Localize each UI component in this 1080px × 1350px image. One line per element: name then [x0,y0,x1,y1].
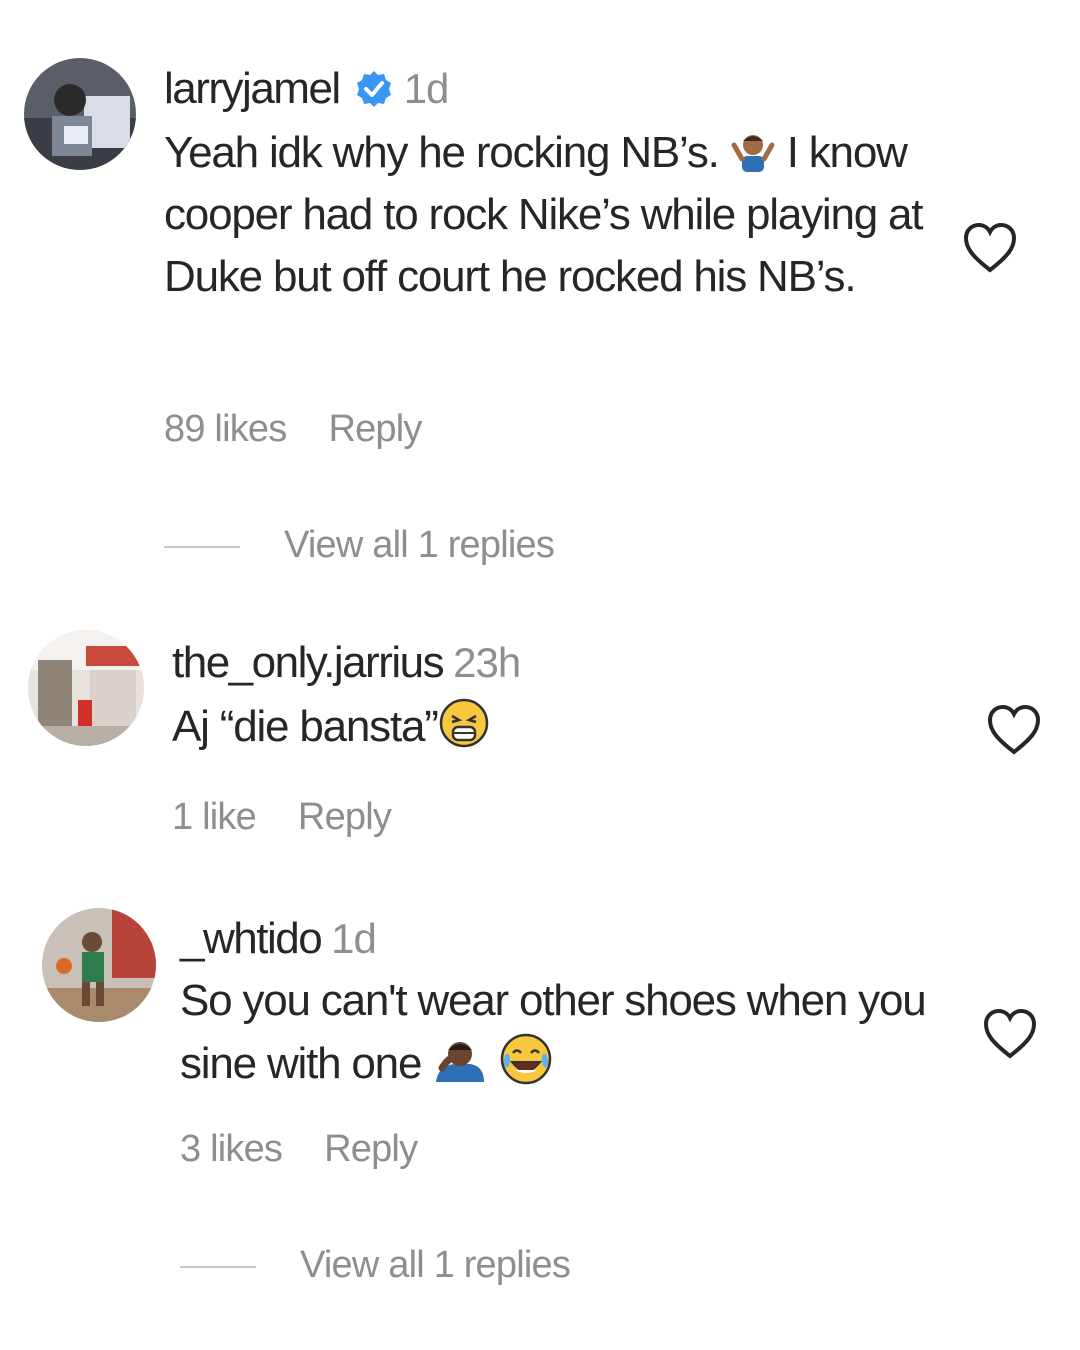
reply-button[interactable]: Reply [298,796,392,838]
view-replies-button[interactable]: View all 1 replies [180,1244,571,1287]
like-heart-icon[interactable] [982,1008,1038,1060]
timestamp: 1d [403,65,450,112]
divider-line [164,545,240,548]
like-heart-icon[interactable] [986,704,1042,756]
username[interactable]: _whtido [180,914,323,963]
reply-button[interactable]: Reply [324,1128,418,1170]
comment-meta: 1 like Reply [172,796,392,839]
comment-text: Yeah idk why he rocking NB’s. I know coo… [164,128,924,301]
like-heart-icon[interactable] [962,222,1018,274]
username[interactable]: the_only.jarrius [172,638,445,687]
comment-meta: 3 likes Reply [180,1128,418,1171]
tired-face-emoji-icon [438,697,490,749]
divider-line [180,1265,256,1268]
comments-list: larryjamel 1d Yeah idk why he rocking NB’… [0,0,1080,1350]
username[interactable]: larryjamel [164,64,341,113]
verified-badge-icon [354,69,394,109]
timestamp: 1d [331,915,377,962]
face-with-tears-of-joy-emoji-icon [499,1032,553,1086]
comment-header: _whtido 1d [180,914,377,964]
like-count[interactable]: 3 likes [180,1128,283,1170]
reply-button[interactable]: Reply [328,408,422,450]
comment-item: larryjamel 1d Yeah idk why he rocking NB’… [0,0,1080,600]
like-count[interactable]: 1 like [172,796,257,838]
comment-text: Aj “die bansta” [172,696,932,758]
comment-item: _whtido 1d So you can't wear other shoes … [0,890,1080,1350]
comment-text: So you can't wear other shoes when you s… [180,976,927,1088]
avatar[interactable] [24,58,136,170]
comment-header: the_only.jarrius 23h [172,638,521,688]
comment-item: the_only.jarrius 23h Aj “die bansta” 1 li… [0,600,1080,890]
like-count[interactable]: 89 likes [164,408,287,450]
timestamp: 23h [453,639,521,686]
comment-meta: 89 likes Reply [164,408,422,451]
view-replies-button[interactable]: View all 1 replies [164,524,555,567]
person-shrugging-emoji-icon [730,129,776,175]
avatar[interactable] [42,908,156,1022]
comment-header: larryjamel 1d [164,64,450,114]
avatar[interactable] [28,630,144,746]
person-facepalming-emoji-icon [432,1038,488,1086]
